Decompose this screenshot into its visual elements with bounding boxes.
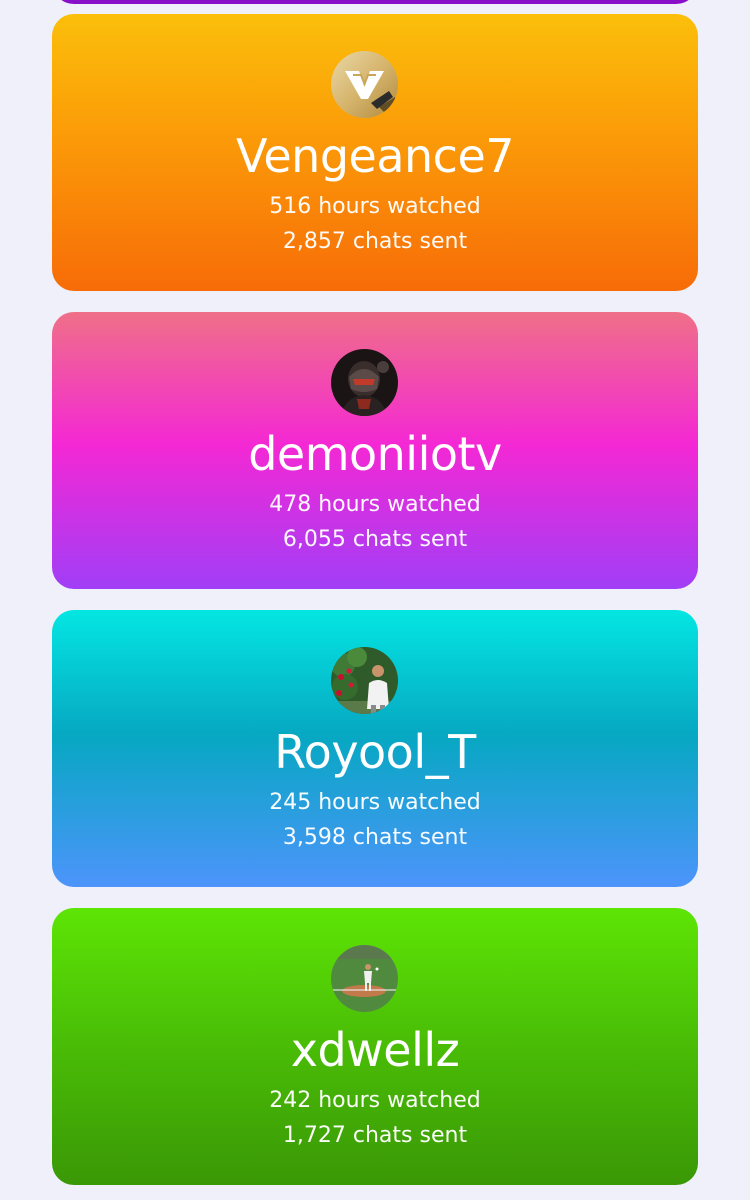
avatar-logo-image — [331, 51, 398, 118]
hours-watched: 516 hours watched — [269, 194, 481, 219]
avatar-photo-image — [331, 647, 398, 714]
chats-sent: 3,598 chats sent — [282, 825, 468, 850]
hours-watched: 242 hours watched — [269, 1088, 481, 1113]
avatar — [331, 51, 398, 118]
avatar — [331, 349, 398, 416]
leaderboard-card[interactable]: Royool_T 245 hours watched 3,598 chats s… — [52, 610, 698, 887]
avatar-photo-image — [331, 945, 398, 1012]
username: xdwellz — [290, 1023, 460, 1077]
hours-watched: 478 hours watched — [269, 492, 481, 517]
hours-watched: 245 hours watched — [269, 790, 481, 815]
leaderboard-card[interactable]: demoniiotv 478 hours watched 6,055 chats… — [52, 312, 698, 589]
chats-sent: 6,055 chats sent — [282, 527, 468, 552]
previous-card-edge — [52, 0, 698, 4]
leaderboard-card[interactable]: xdwellz 242 hours watched 1,727 chats se… — [52, 908, 698, 1185]
username: Royool_T — [274, 725, 476, 779]
chats-sent: 2,857 chats sent — [282, 229, 468, 254]
chats-sent: 1,727 chats sent — [282, 1123, 468, 1148]
avatar — [331, 647, 398, 714]
avatar — [331, 945, 398, 1012]
username: Vengeance7 — [235, 129, 515, 183]
username: demoniiotv — [248, 427, 502, 481]
leaderboard-card[interactable]: Vengeance7 516 hours watched 2,857 chats… — [52, 14, 698, 291]
avatar-photo-image — [331, 349, 398, 416]
